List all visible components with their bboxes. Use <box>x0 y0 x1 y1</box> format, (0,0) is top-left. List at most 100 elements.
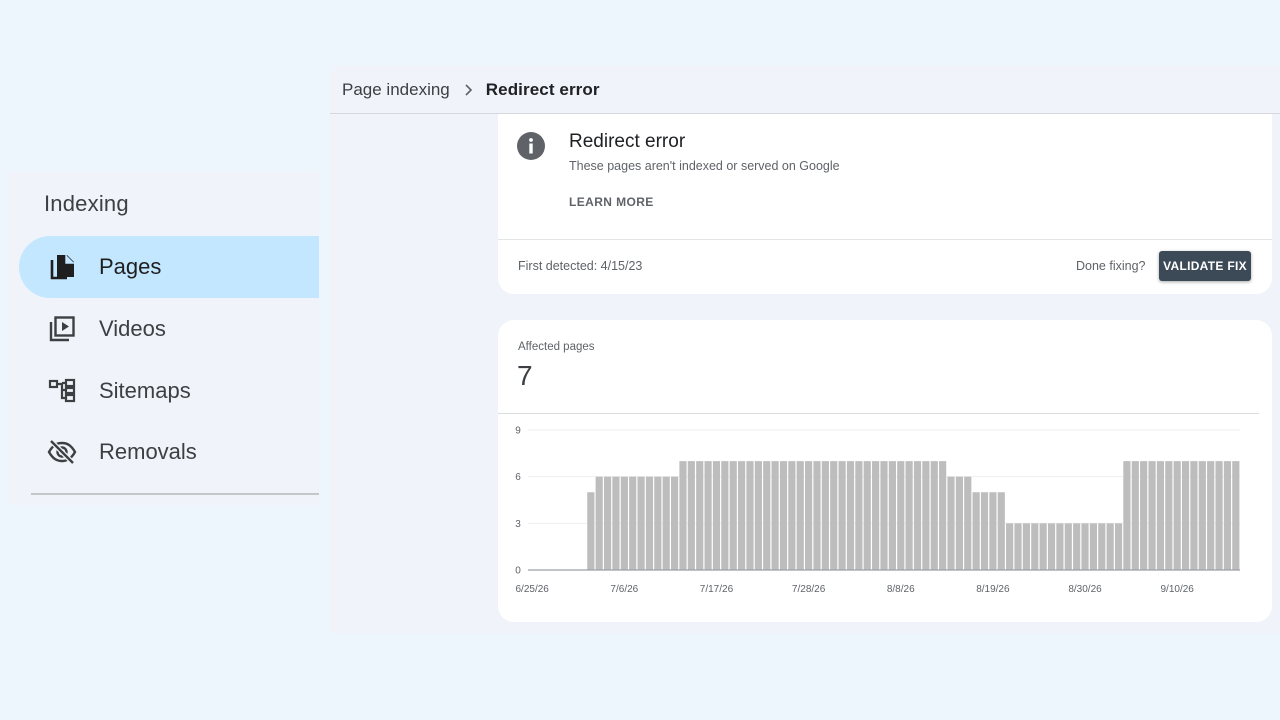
bar <box>771 461 779 570</box>
bar <box>671 476 679 570</box>
validate-fix-button[interactable]: VALIDATE FIX <box>1159 251 1251 281</box>
breadcrumb-parent-link[interactable]: Page indexing <box>342 80 450 100</box>
bar <box>872 461 880 570</box>
bar <box>888 461 896 570</box>
bar <box>763 461 771 570</box>
x-tick-label: 7/28/26 <box>792 584 826 595</box>
bar <box>612 476 620 570</box>
bar <box>1006 523 1014 570</box>
issue-card: Redirect error These pages aren't indexe… <box>498 114 1272 294</box>
issue-divider <box>498 239 1272 240</box>
bar <box>679 461 687 570</box>
bar <box>779 461 788 570</box>
breadcrumb: Page indexing Redirect error <box>330 66 1280 114</box>
chevron-right-icon <box>464 83 474 96</box>
x-tick-label: 8/30/26 <box>1068 584 1102 595</box>
sitemap-icon <box>47 376 77 406</box>
indexing-nav: Indexing Pages Videos Sitemaps Removals <box>7 171 319 505</box>
bar <box>620 476 628 570</box>
file-copy-icon <box>47 252 77 282</box>
bar <box>913 461 922 570</box>
bar <box>821 461 829 570</box>
issue-subtitle: These pages aren't indexed or served on … <box>569 159 840 173</box>
bar <box>1114 523 1123 570</box>
bar <box>972 492 980 570</box>
bar <box>1223 461 1232 570</box>
bar <box>939 461 947 570</box>
bar <box>930 461 938 570</box>
nav-item-label: Videos <box>99 316 166 341</box>
bar <box>712 461 721 570</box>
bar <box>796 461 804 570</box>
bar <box>805 461 813 570</box>
x-tick-label: 7/17/26 <box>700 584 734 595</box>
bar <box>964 476 972 570</box>
bar <box>863 461 871 570</box>
nav-divider <box>31 493 319 495</box>
bar <box>1022 523 1030 570</box>
bar <box>980 492 989 570</box>
bar <box>997 492 1005 570</box>
bar <box>1148 461 1156 570</box>
nav-item-label: Removals <box>99 439 197 464</box>
bar <box>696 461 704 570</box>
nav-item-videos[interactable]: Videos <box>19 298 319 360</box>
info-icon <box>517 132 545 160</box>
bar <box>1098 523 1106 570</box>
breadcrumb-current: Redirect error <box>485 79 600 99</box>
bar <box>738 461 746 570</box>
bar <box>1190 461 1198 570</box>
y-tick-label: 6 <box>515 472 521 483</box>
x-tick-label: 9/10/26 <box>1160 584 1194 595</box>
bar <box>687 461 695 570</box>
nav-item-removals[interactable]: Removals <box>19 421 319 483</box>
bar <box>947 476 955 570</box>
bar <box>603 476 612 570</box>
y-tick-label: 3 <box>515 519 521 530</box>
bar <box>654 476 662 570</box>
bar <box>1064 523 1072 570</box>
bar <box>1039 523 1047 570</box>
bar <box>1014 523 1022 570</box>
bar <box>595 476 603 570</box>
bar <box>855 461 863 570</box>
bar <box>897 461 905 570</box>
bar <box>1140 461 1148 570</box>
bar <box>838 461 846 570</box>
bar <box>1056 523 1064 570</box>
bar <box>754 461 762 570</box>
nav-item-label: Pages <box>99 254 162 279</box>
bar <box>1156 461 1165 570</box>
bar <box>704 461 712 570</box>
nav-item-sitemaps[interactable]: Sitemaps <box>19 360 319 422</box>
nav-heading: Indexing <box>44 191 129 216</box>
bar <box>1173 461 1181 570</box>
bar <box>629 476 637 570</box>
bar <box>1047 523 1056 570</box>
done-fixing-text: Done fixing? <box>1076 259 1146 273</box>
bar <box>880 461 888 570</box>
x-tick-label: 8/19/26 <box>976 584 1010 595</box>
issue-title: Redirect error <box>569 131 686 152</box>
nav-item-pages[interactable]: Pages <box>19 236 319 298</box>
bar <box>1198 461 1206 570</box>
bar <box>1089 523 1097 570</box>
bar <box>637 476 645 570</box>
visibility-off-icon <box>47 437 77 467</box>
bar <box>645 476 654 570</box>
video-library-icon <box>47 314 77 344</box>
bar <box>846 461 855 570</box>
bar <box>1081 523 1089 570</box>
x-tick-label: 7/6/26 <box>610 584 638 595</box>
bar <box>922 461 930 570</box>
affected-pages-card: Affected pages 7 0 3 6 9 6/25/26 7/6/26 7/17/2… <box>498 320 1272 622</box>
bar <box>1123 461 1131 570</box>
x-tick-label: 6/25/26 <box>516 584 550 595</box>
affected-pages-chart: 0 3 6 9 6/25/26 7/6/26 7/17/26 7/28/26 8/8/26 8/1… <box>515 426 1240 595</box>
bar <box>813 461 821 570</box>
bar <box>1207 461 1215 570</box>
bar <box>1165 461 1173 570</box>
bar <box>1232 461 1240 570</box>
bar <box>729 461 737 570</box>
learn-more-link[interactable]: LEARN MORE <box>569 195 654 209</box>
